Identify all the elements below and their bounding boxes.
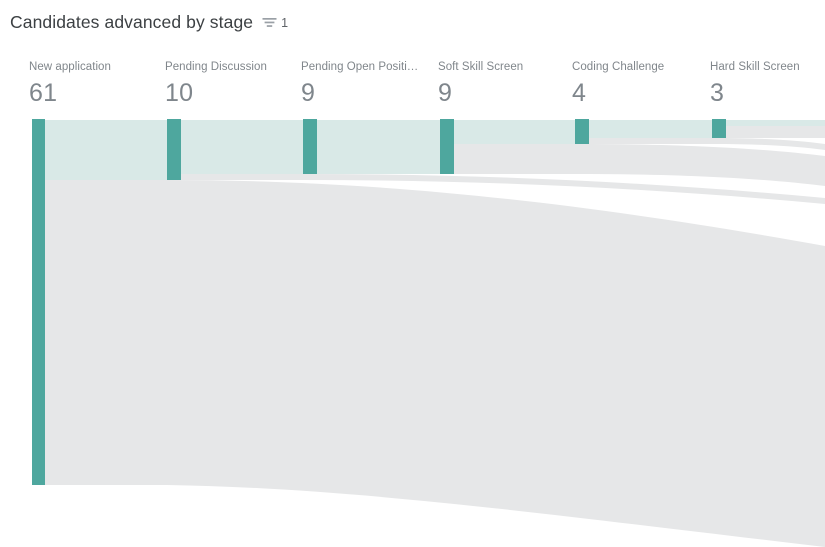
flow-coding-challenge-to-hard-skill-screen[interactable] [589, 120, 712, 138]
stage-label-new-application: New application [29, 61, 111, 73]
widget-header: Candidates advanced by stage 1 [10, 12, 288, 33]
stage-value-new-application: 61 [29, 79, 58, 107]
stage-label-hard-skill-screen: Hard Skill Screen [710, 61, 800, 73]
sankey-chart-widget: Candidates advanced by stage 1 New appli… [0, 0, 825, 547]
filter-count: 1 [281, 16, 289, 31]
flow-pending-open-position-to-soft-skill-screen[interactable] [317, 120, 440, 174]
stage-value-pending-open-position: 9 [301, 79, 316, 107]
flow-dropout-new-application[interactable] [45, 180, 825, 547]
sankey-node-coding-challenge[interactable] [575, 119, 589, 144]
sankey-node-pending-discussion[interactable] [167, 119, 181, 180]
flow-new-application-to-pending-discussion[interactable] [45, 120, 167, 180]
flow-pending-discussion-to-pending-open-position[interactable] [181, 120, 303, 174]
sankey-node-hard-skill-screen[interactable] [712, 119, 726, 138]
sankey-chart-area[interactable]: New application 61 Pending Discussion 10… [0, 48, 825, 547]
stage-label-pending-discussion: Pending Discussion [165, 61, 267, 73]
sankey-node-pending-open-position[interactable] [303, 119, 317, 174]
stage-value-coding-challenge: 4 [572, 79, 587, 107]
sankey-node-new-application[interactable] [32, 119, 45, 485]
flow-soft-skill-screen-to-coding-challenge[interactable] [454, 120, 575, 144]
stage-label-coding-challenge: Coding Challenge [572, 61, 665, 73]
sankey-diagram[interactable] [0, 48, 825, 547]
stage-label-pending-open-position: Pending Open Positi… [301, 61, 419, 73]
stage-value-soft-skill-screen: 9 [438, 79, 453, 107]
page-title: Candidates advanced by stage [10, 12, 254, 32]
filter-chip[interactable]: 1 [262, 17, 288, 30]
flow-hard-skill-screen-onward[interactable] [726, 120, 825, 126]
sankey-node-soft-skill-screen[interactable] [440, 119, 454, 174]
stage-label-soft-skill-screen: Soft Skill Screen [438, 61, 524, 73]
stage-value-hard-skill-screen: 3 [710, 79, 725, 107]
filter-icon [262, 18, 277, 27]
stage-value-pending-discussion: 10 [165, 79, 194, 107]
